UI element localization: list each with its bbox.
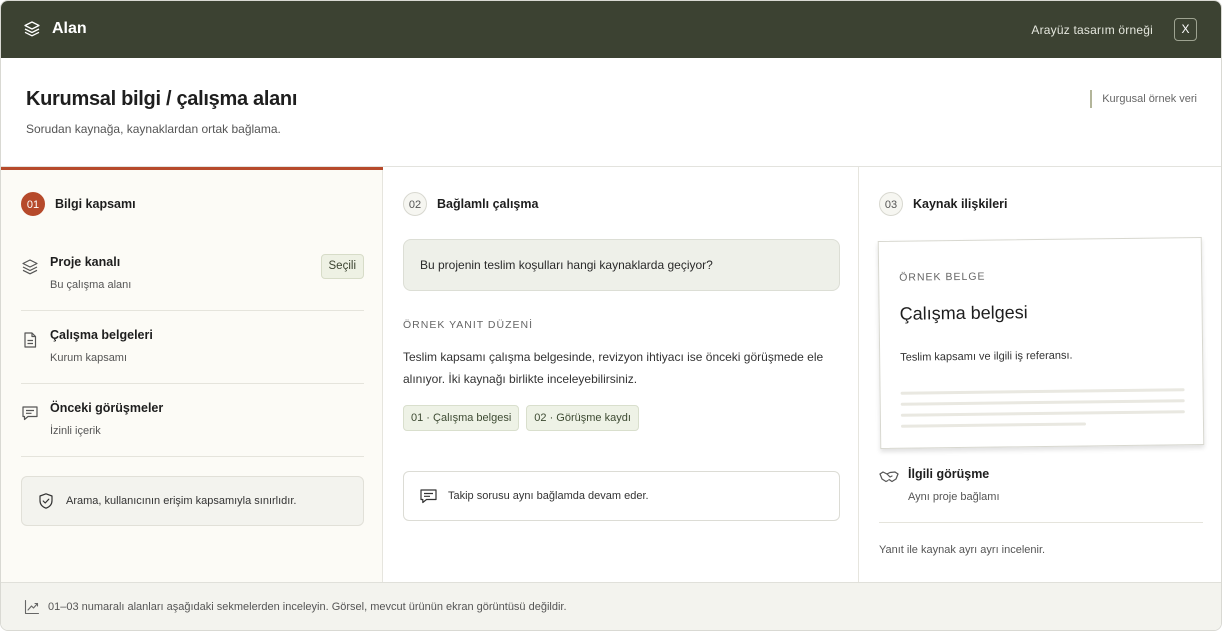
document-title: Çalışma belgesi	[899, 302, 1028, 324]
document-text-line	[900, 410, 1185, 417]
document-icon	[21, 331, 39, 349]
step-header-03: 03 Kaynak ilişkileri	[879, 192, 1008, 216]
step-header-01: 01 Bilgi kapsamı	[21, 192, 136, 216]
source-item-project-channel[interactable]: Proje kanalı Bu çalışma alanı Seçili	[21, 238, 364, 311]
step-number: 03	[879, 192, 903, 216]
trend-chart-icon	[24, 599, 40, 615]
document-kicker: ÖRNEK BELGE	[899, 270, 986, 284]
source-item-title: Proje kanalı	[50, 255, 121, 269]
followup-box[interactable]: Takip sorusu aynı bağlamda devam eder.	[403, 471, 840, 521]
document-description: Teslim kapsamı ve ilgili iş referansı.	[900, 349, 1073, 364]
bottom-info-bar: 01–03 numaralı alanları aşağıdaki sekmel…	[1, 582, 1221, 630]
layers-icon	[21, 258, 39, 276]
source-item-previous-conversations[interactable]: Önceki görüşmeler İzinli içerik	[21, 384, 364, 457]
step-label: Kaynak ilişkileri	[913, 197, 1008, 211]
related-title: İlgili görüşme	[908, 467, 990, 481]
source-item-title: Çalışma belgeleri	[50, 328, 153, 342]
source-item-subtitle: Bu çalışma alanı	[50, 279, 132, 291]
question-bubble: Bu projenin teslim koşulları hangi kayna…	[403, 239, 840, 291]
source-item-subtitle: Kurum kapsamı	[50, 352, 128, 364]
document-text-line	[900, 422, 1087, 428]
handshake-icon	[879, 469, 899, 485]
page-subtitle: Sorudan kaynağa, kaynaklardan ortak bağl…	[26, 122, 281, 136]
related-conversation-item[interactable]: İlgili görüşme Aynı proje bağlamı	[879, 457, 1203, 523]
chat-icon	[21, 404, 39, 422]
page-title: Kurumsal bilgi / çalışma alanı	[26, 88, 298, 110]
source-chips: 01 · Çalışma belgesi 02 · Görüşme kaydı	[403, 405, 639, 431]
source-item-title: Önceki görüşmeler	[50, 401, 164, 415]
app-frame: Alan Arayüz tasarım örneği X Kurumsal bi…	[0, 0, 1222, 631]
document-text-line	[900, 388, 1185, 395]
source-chip[interactable]: 02 · Görüşme kaydı	[526, 405, 639, 431]
chat-icon	[419, 487, 438, 505]
answer-text: Teslim kapsamı çalışma belgesinde, reviz…	[403, 350, 824, 386]
footer-text: 01–03 numaralı alanları aşağıdaki sekmel…	[48, 601, 567, 613]
answer-section-label: ÖRNEK YANIT DÜZENİ	[403, 319, 534, 331]
app-caption: Arayüz tasarım örneği	[1031, 23, 1153, 37]
step-header-02: 02 Bağlamlı çalışma	[403, 192, 538, 216]
knowledge-scope-panel: 01 Bilgi kapsamı Proje kanalı Bu çalışma…	[1, 167, 383, 582]
step-number: 01	[21, 192, 45, 216]
step-number: 02	[403, 192, 427, 216]
followup-text: Takip sorusu aynı bağlamda devam eder.	[448, 490, 649, 502]
sample-data-note: Kurgusal örnek veri	[1090, 90, 1197, 108]
source-relations-panel: 03 Kaynak ilişkileri ÖRNEK BELGE Çalışma…	[859, 167, 1221, 582]
source-item-work-documents[interactable]: Çalışma belgeleri Kurum kapsamı	[21, 311, 364, 384]
layers-icon	[23, 20, 41, 38]
related-subtitle: Aynı proje bağlamı	[908, 491, 1000, 503]
document-preview-card[interactable]: ÖRNEK BELGE Çalışma belgesi Teslim kapsa…	[877, 237, 1205, 449]
source-item-subtitle: İzinli içerik	[50, 425, 101, 437]
shield-check-icon	[37, 492, 55, 510]
step-label: Bilgi kapsamı	[55, 197, 136, 211]
page-header: Kurumsal bilgi / çalışma alanı Sorudan k…	[1, 58, 1221, 167]
relations-footnote: Yanıt ile kaynak ayrı ayrı incelenir.	[879, 544, 1046, 556]
top-bar: Alan Arayüz tasarım örneği X	[1, 1, 1221, 58]
close-button[interactable]: X	[1174, 18, 1197, 41]
source-chip[interactable]: 01 · Çalışma belgesi	[403, 405, 520, 431]
notice-text: Arama, kullanıcının erişim kapsamıyla sı…	[66, 495, 297, 507]
selected-badge: Seçili	[320, 254, 364, 279]
step-label: Bağlamlı çalışma	[437, 197, 539, 211]
app-title: Alan	[52, 20, 87, 37]
contextual-work-panel: 02 Bağlamlı çalışma Bu projenin teslim k…	[383, 167, 859, 582]
access-scope-notice: Arama, kullanıcının erişim kapsamıyla sı…	[21, 476, 364, 526]
document-text-line	[900, 399, 1185, 406]
active-step-indicator	[1, 167, 383, 170]
